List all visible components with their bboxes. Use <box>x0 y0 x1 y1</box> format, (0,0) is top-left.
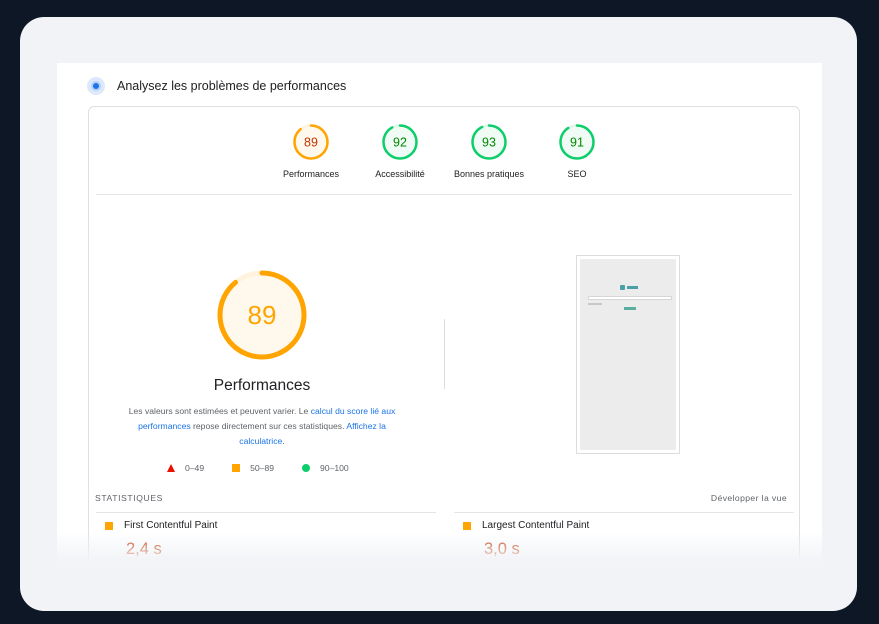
metric-value: 3,0 s <box>484 540 520 558</box>
thumbnail-screen <box>580 259 676 450</box>
thumbnail-text <box>588 303 602 305</box>
gauge-accessibility[interactable]: 92 Accessibilité <box>360 123 440 179</box>
gauge-ring: 89 <box>293 124 329 160</box>
metric-name: First Contentful Paint <box>124 520 218 531</box>
gauge-performance[interactable]: 89 Performances <box>271 123 351 179</box>
section-title: Analysez les problèmes de performances <box>117 79 347 93</box>
gauge-ring: 91 <box>559 124 595 160</box>
gauge-best-practices[interactable]: 93 Bonnes pratiques <box>449 123 529 179</box>
desc-text: . <box>282 436 285 446</box>
screenshot-frame: Analysez les problèmes de performances 8… <box>20 17 857 611</box>
score-legend: 0–49 50–89 90–100 <box>167 463 377 473</box>
legend-range: 0–49 <box>185 463 205 473</box>
square-icon <box>463 521 471 530</box>
triangle-icon <box>167 464 175 472</box>
gauge-ring: 93 <box>471 124 507 160</box>
score-gauges: 89 Performances 92 Accessibilité 93 Bonn… <box>89 107 799 195</box>
desc-text: repose directement sur ces statistiques. <box>190 421 347 431</box>
performance-description: Les valeurs sont estimées et peuvent var… <box>119 404 405 449</box>
statistics-title: STATISTIQUES <box>95 493 163 503</box>
metric-fcp: First Contentful Paint 2,4 s <box>105 520 217 559</box>
lighthouse-report: 89 Performances 92 Accessibilité 93 Bonn… <box>88 106 800 561</box>
section-header: Analysez les problèmes de performances <box>87 76 346 96</box>
legend-range: 90–100 <box>320 463 349 473</box>
expand-view-toggle[interactable]: Développer la vue <box>711 493 787 503</box>
desc-text: Les valeurs sont estimées et peuvent var… <box>128 406 311 416</box>
gauge-label: SEO <box>567 169 587 179</box>
square-icon <box>232 464 241 472</box>
lighthouse-icon <box>87 77 105 95</box>
gauge-label: Bonnes pratiques <box>453 169 525 179</box>
vertical-divider <box>444 319 445 389</box>
legend-poor: 0–49 <box>167 463 204 473</box>
square-icon <box>105 521 113 530</box>
gauge-score: 93 <box>482 136 496 150</box>
thumbnail-button <box>624 307 636 310</box>
gauge-seo[interactable]: 91 SEO <box>537 123 617 179</box>
metric-name: Largest Contentful Paint <box>482 520 590 531</box>
gauge-score: 92 <box>393 136 407 150</box>
divider <box>454 512 794 513</box>
gauge-ring: 92 <box>382 124 418 160</box>
gauge-score: 89 <box>304 136 318 150</box>
page-screenshot-thumbnail[interactable] <box>576 255 680 454</box>
thumbnail-input <box>588 296 672 300</box>
divider <box>96 194 792 195</box>
circle-icon <box>302 464 311 472</box>
pagespeed-panel: Analysez les problèmes de performances 8… <box>57 63 822 561</box>
gauge-label: Accessibilité <box>375 169 425 179</box>
legend-average: 50–89 <box>232 463 274 473</box>
gauge-label: Performances <box>282 169 340 179</box>
performance-gauge-large: 89 <box>217 270 307 360</box>
metric-lcp: Largest Contentful Paint 3,0 s <box>463 520 589 559</box>
legend-range: 50–89 <box>250 463 275 473</box>
thumbnail-logo <box>620 285 638 290</box>
performance-title: Performances <box>213 377 311 394</box>
performance-score: 89 <box>248 300 277 330</box>
metric-value: 2,4 s <box>126 540 162 558</box>
legend-good: 90–100 <box>302 463 349 473</box>
divider <box>96 512 436 513</box>
gauge-score: 91 <box>570 136 584 150</box>
